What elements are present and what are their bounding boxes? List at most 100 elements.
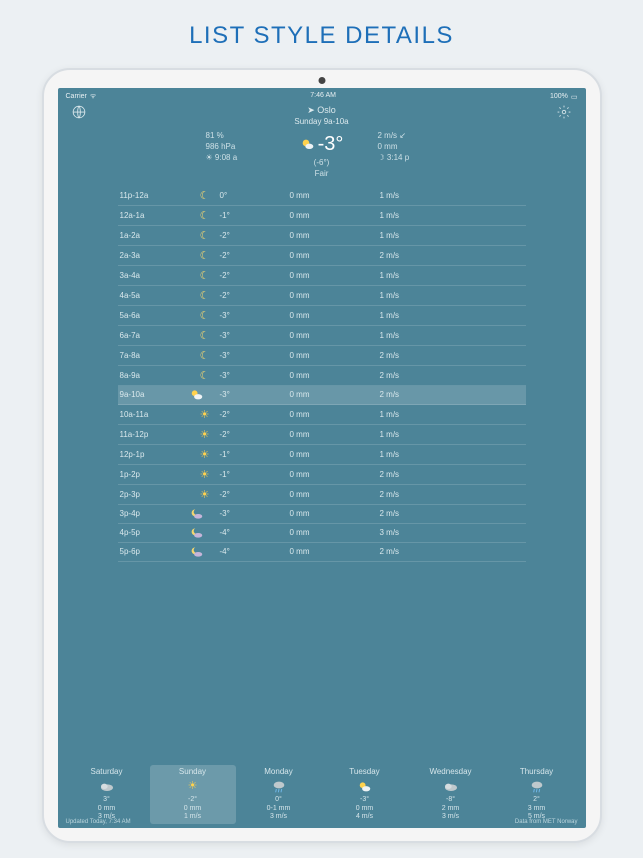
hour-wind: 2 m/s (380, 490, 450, 499)
hour-precip: 0 mm (290, 450, 380, 459)
hour-temp: -1° (220, 470, 290, 479)
hour-temp: -2° (220, 430, 290, 439)
hour-row[interactable]: 2a-3a☾-2°0 mm2 m/s (118, 246, 526, 266)
summary-right: 2 m/s ↙ 0 mm ☽ 3:14 p (378, 131, 438, 180)
condition-label: Fair (292, 169, 352, 180)
day-name: Thursday (495, 767, 579, 777)
day-card[interactable]: Wednesday-8°2 mm3 m/s (408, 765, 494, 824)
day-wind: 3 m/s (409, 813, 493, 822)
days-strip[interactable]: Saturday3°0 mm3 m/sSunday☀-2°0 mm1 m/sMo… (58, 759, 586, 828)
hour-row[interactable]: 11p-12a☾0°0 mm1 m/s (118, 186, 526, 206)
hour-temp: -2° (220, 271, 290, 280)
day-wind: 3 m/s (237, 813, 321, 822)
hour-row[interactable]: 4a-5a☾-2°0 mm1 m/s (118, 286, 526, 306)
hour-row[interactable]: 12a-1a☾-1°0 mm1 m/s (118, 206, 526, 226)
hour-row[interactable]: 3a-4a☾-2°0 mm1 m/s (118, 266, 526, 286)
hour-temp: -3° (220, 371, 290, 380)
day-weather-icon: ☀ (151, 778, 235, 796)
hour-weather-icon: ☀ (190, 408, 220, 421)
hour-weather-icon: ☾ (190, 229, 220, 242)
hour-weather-icon: ☾ (190, 289, 220, 302)
hour-time: 11a-12p (120, 430, 190, 439)
hour-row[interactable]: 8a-9a☾-3°0 mm2 m/s (118, 366, 526, 386)
gear-icon[interactable] (557, 105, 571, 119)
hour-wind: 1 m/s (380, 191, 450, 200)
sunset-value: ☽ 3:14 p (378, 153, 438, 164)
day-weather-icon (323, 778, 407, 796)
hour-wind: 2 m/s (380, 547, 450, 556)
globe-icon[interactable] (72, 105, 86, 119)
hour-time: 7a-8a (120, 351, 190, 360)
location-header: ➤ Oslo Sunday 9a-10a (294, 105, 348, 127)
hour-time: 1p-2p (120, 470, 190, 479)
day-card[interactable]: Tuesday-3°0 mm4 m/s (322, 765, 408, 824)
hour-weather-icon: ☾ (190, 329, 220, 342)
hour-wind: 2 m/s (380, 251, 450, 260)
day-weather-icon (495, 778, 579, 796)
hour-row[interactable]: 4p-5p-4°0 mm3 m/s (118, 524, 526, 543)
hour-time: 2p-3p (120, 490, 190, 499)
hour-weather-icon: ☾ (190, 309, 220, 322)
hour-row[interactable]: 3p-4p-3°0 mm2 m/s (118, 505, 526, 524)
hour-precip: 0 mm (290, 390, 380, 399)
hour-row[interactable]: 9a-10a-3°0 mm2 m/s (118, 386, 526, 405)
hour-row[interactable]: 7a-8a☾-3°0 mm2 m/s (118, 346, 526, 366)
humidity-value: 81 % (206, 131, 266, 142)
day-name: Sunday (151, 767, 235, 777)
hour-temp: -2° (220, 490, 290, 499)
hour-time: 10a-11a (120, 410, 190, 419)
hour-precip: 0 mm (290, 410, 380, 419)
hour-row[interactable]: 1a-2a☾-2°0 mm1 m/s (118, 226, 526, 246)
day-card[interactable]: Monday0°0-1 mm3 m/s (236, 765, 322, 824)
battery-label: 100% (550, 93, 568, 100)
hour-temp: -1° (220, 211, 290, 220)
hour-time: 11p-12a (120, 191, 190, 200)
location-arrow-icon: ➤ (307, 105, 317, 115)
hour-wind: 3 m/s (380, 528, 450, 537)
day-temp: 3° (65, 796, 149, 805)
hour-precip: 0 mm (290, 351, 380, 360)
hour-row[interactable]: 6a-7a☾-3°0 mm1 m/s (118, 326, 526, 346)
hour-row[interactable]: 1p-2p☀-1°0 mm2 m/s (118, 465, 526, 485)
hour-temp: 0° (220, 191, 290, 200)
hour-weather-icon: ☾ (190, 369, 220, 382)
hour-wind: 1 m/s (380, 231, 450, 240)
condition-icon (300, 137, 316, 153)
hour-row[interactable]: 5p-6p-4°0 mm2 m/s (118, 543, 526, 562)
hour-row[interactable]: 2p-3p☀-2°0 mm2 m/s (118, 485, 526, 505)
wifi-icon: ᯤ (90, 92, 96, 101)
hour-precip: 0 mm (290, 211, 380, 220)
day-temp: 2° (495, 796, 579, 805)
hour-temp: -4° (220, 547, 290, 556)
day-precip: 0-1 mm (237, 805, 321, 814)
data-source-label: Data from MET Norway (515, 819, 578, 825)
hour-row[interactable]: 5a-6a☾-3°0 mm1 m/s (118, 306, 526, 326)
precip-value: 0 mm (378, 142, 438, 153)
ipad-frame: Carrier ᯤ 7:46 AM 100% ▭ ➤ Oslo Sunday 9… (42, 68, 602, 843)
hour-weather-icon: ☾ (190, 349, 220, 362)
day-precip: 3 mm (495, 805, 579, 814)
pressure-value: 986 hPa (206, 142, 266, 153)
hour-time: 3p-4p (120, 509, 190, 518)
day-weather-icon (409, 778, 493, 796)
hour-weather-icon: ☀ (190, 428, 220, 441)
hour-precip: 0 mm (290, 251, 380, 260)
hour-precip: 0 mm (290, 547, 380, 556)
hour-precip: 0 mm (290, 528, 380, 537)
day-card[interactable]: Sunday☀-2°0 mm1 m/s (150, 765, 236, 824)
hour-row[interactable]: 11a-12p☀-2°0 mm1 m/s (118, 425, 526, 445)
hour-row[interactable]: 12p-1p☀-1°0 mm1 m/s (118, 445, 526, 465)
hour-row[interactable]: 10a-11a☀-2°0 mm1 m/s (118, 405, 526, 425)
hour-time: 4p-5p (120, 528, 190, 537)
hour-temp: -3° (220, 509, 290, 518)
location-name: Oslo (317, 105, 336, 115)
hour-weather-icon: ☀ (190, 448, 220, 461)
hour-time: 9a-10a (120, 390, 190, 399)
day-card[interactable]: Saturday3°0 mm3 m/s (64, 765, 150, 824)
hour-wind: 1 m/s (380, 430, 450, 439)
hour-wind: 1 m/s (380, 311, 450, 320)
hour-wind: 2 m/s (380, 509, 450, 518)
hours-list[interactable]: 11p-12a☾0°0 mm1 m/s12a-1a☾-1°0 mm1 m/s1a… (58, 186, 586, 562)
day-weather-icon (65, 778, 149, 796)
day-card[interactable]: Thursday2°3 mm5 m/s (494, 765, 580, 824)
